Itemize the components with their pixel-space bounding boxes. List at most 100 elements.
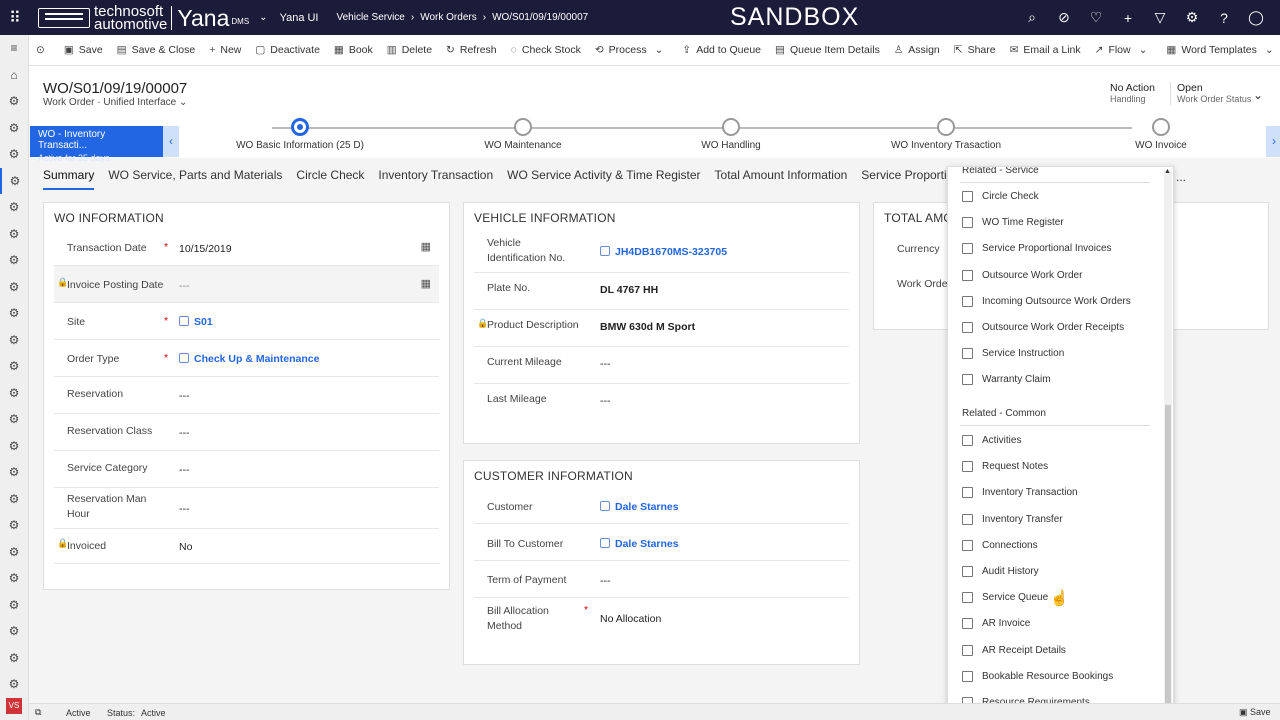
menu-item-service[interactable]: Incoming Outsource Work Orders: [962, 295, 1131, 307]
menu-item-service[interactable]: Outsource Work Order Receipts: [962, 322, 1124, 333]
book-button[interactable]: ▦ Book: [334, 44, 373, 56]
nav-entity-icon-active[interactable]: ⚙: [0, 167, 28, 194]
order-type-lookup[interactable]: Check Up & Maintenance: [179, 353, 319, 365]
bill-to-customer-value[interactable]: Dale Starnes: [615, 538, 679, 550]
save-status-button[interactable]: ▣ Save: [1239, 707, 1271, 718]
email-link-button[interactable]: ✉ Email a Link: [1010, 44, 1081, 56]
stage-maintenance[interactable]: WO Maintenance: [443, 118, 603, 151]
menu-item-common[interactable]: Inventory Transaction: [962, 487, 1078, 499]
site-lookup[interactable]: S01: [179, 316, 213, 328]
nav-entity-icon[interactable]: ⚙: [0, 221, 28, 248]
menu-item-service[interactable]: Warranty Claim: [962, 374, 1051, 386]
nav-entity-icon[interactable]: ⚙: [0, 592, 28, 619]
reservation-man-hour-input[interactable]: ---: [179, 503, 190, 515]
chevron-down-icon[interactable]: ⌄: [259, 12, 267, 23]
queue-item-details-button[interactable]: ▤ Queue Item Details: [775, 44, 880, 56]
order-type-value[interactable]: Check Up & Maintenance: [194, 353, 319, 365]
menu-item-common[interactable]: Audit History: [962, 566, 1039, 577]
assign-button[interactable]: ♙ Assign: [894, 44, 940, 56]
menu-scrollbar[interactable]: ▲ ▼: [1164, 168, 1172, 718]
nav-entity-icon[interactable]: ⚙: [0, 645, 28, 672]
tab-inventory-transaction[interactable]: Inventory Transaction: [378, 168, 493, 190]
site-value[interactable]: S01: [194, 316, 213, 328]
menu-item-service[interactable]: Service Proportional Invoices: [962, 243, 1112, 255]
bill-to-customer-lookup[interactable]: Dale Starnes: [600, 538, 679, 550]
home-icon[interactable]: ⌂: [0, 62, 28, 89]
user-icon[interactable]: ◯: [1240, 9, 1272, 26]
deactivate-button[interactable]: ▢ Deactivate: [255, 44, 320, 56]
lightbulb-icon[interactable]: ♡: [1080, 9, 1112, 26]
check-stock-button[interactable]: ◌ Check Stock: [511, 44, 581, 56]
customer-value[interactable]: Dale Starnes: [615, 501, 679, 513]
menu-item-service[interactable]: Outsource Work Order: [962, 269, 1082, 281]
plus-icon[interactable]: +: [1112, 10, 1144, 26]
vin-lookup[interactable]: JH4DB1670MS-323705: [600, 246, 727, 258]
bill-allocation-method-select[interactable]: No Allocation: [600, 613, 661, 625]
word-templates-button[interactable]: ▦ Word Templates ⌄: [1166, 44, 1278, 56]
nav-entity-icon[interactable]: ⚙: [0, 327, 28, 354]
form-selector[interactable]: Unified Interface: [103, 97, 176, 108]
nav-entity-icon[interactable]: ⚙: [0, 194, 28, 221]
nav-entity-icon[interactable]: ⚙: [0, 433, 28, 460]
refresh-button[interactable]: ↻ Refresh: [446, 44, 497, 56]
menu-item-service[interactable]: Circle Check: [962, 191, 1039, 202]
menu-item-common[interactable]: AR Invoice: [962, 618, 1030, 630]
nav-entity-icon[interactable]: ⚙: [0, 274, 28, 301]
process-button[interactable]: ⟲ Process ⌄: [595, 44, 669, 56]
gear-icon[interactable]: ⚙: [1176, 9, 1208, 26]
stage-invoice[interactable]: WO Invoice: [1081, 118, 1241, 151]
tab-service-activity[interactable]: WO Service Activity & Time Register: [507, 168, 700, 190]
save-button[interactable]: ▣ Save: [64, 44, 103, 56]
term-of-payment-input[interactable]: ---: [600, 575, 611, 587]
menu-item-service[interactable]: WO Time Register: [962, 217, 1064, 229]
task-flow-icon[interactable]: ⊘: [1048, 9, 1080, 26]
scrollbar-thumb[interactable]: [1165, 405, 1171, 705]
nav-entity-icon[interactable]: ⚙: [0, 486, 28, 513]
nav-entity-icon[interactable]: ⚙: [0, 300, 28, 327]
flow-button[interactable]: ↗ Flow ⌄: [1095, 44, 1153, 56]
add-to-queue-button[interactable]: ⇪ Add to Queue: [682, 44, 761, 56]
tab-service-parts[interactable]: WO Service, Parts and Materials: [108, 168, 282, 190]
chevron-down-icon[interactable]: ⌄: [1253, 88, 1263, 102]
nav-entity-icon[interactable]: ⚙: [0, 459, 28, 486]
search-icon[interactable]: ⌕: [1016, 9, 1048, 26]
nav-entity-icon[interactable]: ⚙: [0, 353, 28, 380]
environment-badge[interactable]: VS: [6, 698, 22, 714]
tab-summary[interactable]: Summary: [43, 168, 95, 190]
calendar-icon[interactable]: ▦: [421, 240, 431, 253]
nav-entity-icon[interactable]: ⚙: [0, 618, 28, 645]
back-icon[interactable]: ⊙: [36, 44, 50, 56]
stage-handling[interactable]: WO Handling: [651, 118, 811, 151]
filter-icon[interactable]: ▽: [1144, 9, 1176, 26]
open-new-window-icon[interactable]: ⧉: [35, 707, 41, 718]
nav-entity-icon[interactable]: ⚙: [0, 380, 28, 407]
service-category-input[interactable]: ---: [179, 464, 190, 476]
menu-item-common[interactable]: Activities: [962, 435, 1021, 446]
plate-no-input[interactable]: DL 4767 HH: [600, 284, 658, 296]
menu-item-common[interactable]: Request Notes: [962, 461, 1048, 473]
tab-circle-check[interactable]: Circle Check: [296, 168, 364, 190]
menu-item-common[interactable]: Service Queue: [962, 592, 1048, 604]
app-launcher-icon[interactable]: ⠿: [0, 8, 30, 28]
breadcrumb-item[interactable]: Vehicle Service: [337, 12, 405, 23]
menu-item-common[interactable]: Bookable Resource Bookings: [962, 670, 1113, 682]
menu-item-service[interactable]: Service Instruction: [962, 348, 1064, 360]
nav-entity-icon[interactable]: ⚙: [0, 539, 28, 566]
current-mileage-input[interactable]: ---: [600, 358, 611, 370]
more-tabs-button[interactable]: ...: [1176, 170, 1186, 184]
scroll-up-icon[interactable]: ▲: [1164, 168, 1171, 175]
hamburger-icon[interactable]: ≡: [0, 35, 28, 62]
share-button[interactable]: ⇱ Share: [954, 44, 996, 56]
transaction-date-input[interactable]: 10/15/2019: [179, 243, 232, 255]
tab-total-amount[interactable]: Total Amount Information: [715, 168, 848, 190]
nav-entity-icon[interactable]: ⚙: [0, 247, 28, 274]
app-name[interactable]: Yana UI: [280, 12, 319, 24]
stage-inventory-transaction[interactable]: WO Inventory Trasaction: [866, 118, 1026, 151]
reservation-class-input[interactable]: ---: [179, 427, 190, 439]
delete-button[interactable]: ▥ Delete: [387, 44, 432, 56]
menu-item-common[interactable]: AR Receipt Details: [962, 644, 1066, 656]
help-icon[interactable]: ?: [1208, 10, 1240, 26]
save-close-button[interactable]: ▤ Save & Close: [117, 44, 196, 56]
new-button[interactable]: + New: [209, 44, 241, 56]
stage-basic-information[interactable]: WO Basic Information (25 D): [220, 118, 380, 151]
